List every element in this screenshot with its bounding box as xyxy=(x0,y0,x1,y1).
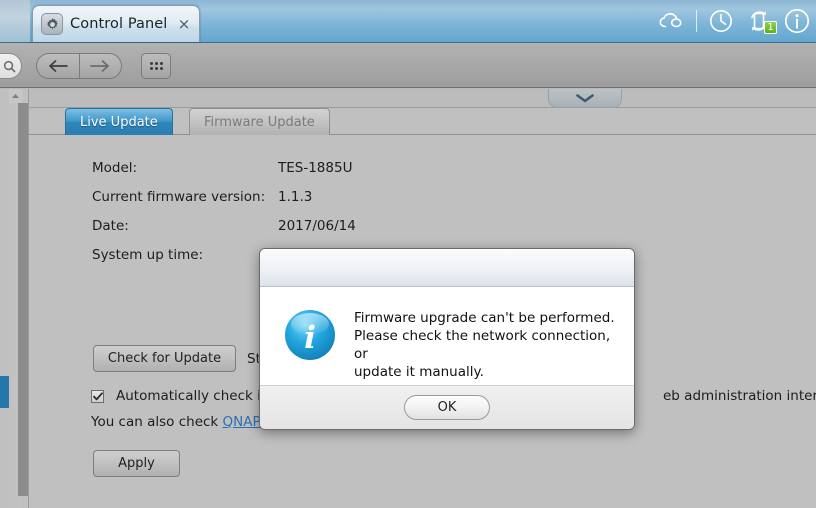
apply-button[interactable]: Apply xyxy=(93,450,180,477)
sync-icon[interactable]: 1 xyxy=(740,0,778,42)
nav-history-buttons xyxy=(36,53,122,79)
auto-check-label-tail-wrap: eb administration interface. xyxy=(663,388,816,404)
chevron-up-icon xyxy=(12,94,19,98)
scroll-up-button[interactable] xyxy=(9,89,22,103)
ok-button-label: OK xyxy=(437,400,457,415)
apps-grid-icon xyxy=(149,62,163,70)
svg-text:i: i xyxy=(304,320,316,356)
auto-check-checkbox[interactable] xyxy=(91,389,104,403)
dialog-footer: OK xyxy=(260,385,634,429)
back-button[interactable] xyxy=(37,54,79,78)
model-value: TES-1885U xyxy=(278,160,353,176)
info-row-model: Model: TES-1885U xyxy=(92,160,356,189)
also-check-row: You can also check QNAP xyxy=(91,414,261,430)
chevron-down-icon xyxy=(576,93,594,102)
tab-control-panel[interactable]: Control Panel × xyxy=(32,5,200,42)
titlebar-left-edge xyxy=(0,0,30,42)
system-uptime-label: System up time: xyxy=(92,247,204,263)
sidebar-scrollbar[interactable] xyxy=(9,89,31,508)
arrow-left-icon xyxy=(48,60,68,72)
system-tray: 1 xyxy=(653,0,816,42)
date-value: 2017/06/14 xyxy=(278,218,356,234)
cloud-icon[interactable] xyxy=(653,0,691,42)
sidebar-item-selected-indicator[interactable] xyxy=(0,376,9,408)
firmware-version-label: Current firmware version: xyxy=(92,189,266,205)
tab-title: Control Panel xyxy=(70,16,168,32)
forward-button[interactable] xyxy=(78,54,122,78)
apps-grid-button[interactable] xyxy=(141,53,171,79)
model-label: Model: xyxy=(92,160,138,176)
sidebar-rail xyxy=(0,89,31,508)
tab-firmware-update[interactable]: Firmware Update xyxy=(189,108,330,135)
tab-live-update[interactable]: Live Update xyxy=(65,108,173,135)
date-label: Date: xyxy=(92,218,129,234)
window-titlebar: Control Panel × 1 xyxy=(0,0,816,43)
clock-icon[interactable] xyxy=(702,0,740,42)
firmware-error-dialog: i Firmware upgrade can't be performed. P… xyxy=(259,248,635,430)
firmware-version-value: 1.1.3 xyxy=(278,189,313,205)
auto-check-label-tail: eb administration interface. xyxy=(663,388,816,404)
search-input[interactable] xyxy=(0,53,22,79)
qnap-link[interactable]: QNAP xyxy=(223,414,261,430)
info-icon: i xyxy=(282,307,338,363)
auto-check-label: Automatically check if xyxy=(116,388,266,404)
info-icon[interactable] xyxy=(778,0,816,42)
tab-live-update-label: Live Update xyxy=(80,114,158,130)
dialog-titlebar xyxy=(260,249,634,287)
check-for-update-label: Check for Update xyxy=(107,351,222,366)
also-check-prefix: You can also check xyxy=(91,414,223,430)
arrow-right-icon xyxy=(90,60,110,72)
dialog-content: i Firmware upgrade can't be performed. P… xyxy=(260,287,634,385)
collapse-panel-button[interactable] xyxy=(548,89,622,108)
auto-check-row: Automatically check if xyxy=(91,388,266,404)
ok-button[interactable]: OK xyxy=(404,395,490,420)
apply-label: Apply xyxy=(118,456,155,471)
tray-divider xyxy=(696,10,697,32)
content-tabstrip: Live Update Firmware Update xyxy=(29,108,816,135)
gear-icon xyxy=(41,13,63,35)
info-row-date: Date: 2017/06/14 xyxy=(92,218,356,247)
dialog-message: Firmware upgrade can't be performed. Ple… xyxy=(354,310,615,380)
info-row-firmware-version: Current firmware version: 1.1.3 xyxy=(92,189,356,218)
content-top-band xyxy=(29,89,816,108)
check-icon xyxy=(92,391,103,400)
navigation-toolbar xyxy=(0,43,816,88)
close-icon[interactable]: × xyxy=(177,16,191,32)
search-icon xyxy=(3,60,16,72)
sync-badge-count: 1 xyxy=(764,21,777,34)
tab-firmware-update-label: Firmware Update xyxy=(204,114,315,130)
check-for-update-button[interactable]: Check for Update xyxy=(93,345,236,372)
